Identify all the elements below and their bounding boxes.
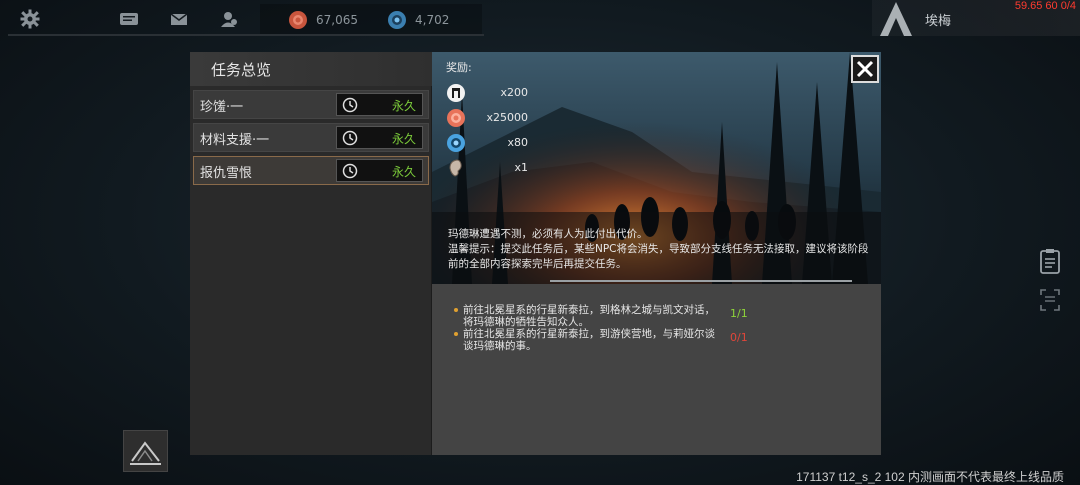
quest-name: 材料支援·一 <box>200 133 270 148</box>
bullet <box>454 332 458 336</box>
reward-item: x80 <box>446 133 528 153</box>
mail-icon[interactable] <box>169 9 189 29</box>
top-bar: 67,065 4,702 埃梅 59.65 60 0/4 <box>0 0 1080 38</box>
quest-illustration: 奖励: x200 x25000 x80 x1 玛德琳遭遇不测，必须有人为此付出代… <box>432 52 881 284</box>
close-icon <box>856 60 874 78</box>
clock-icon <box>342 97 358 113</box>
clock-icon <box>342 163 358 179</box>
quest-name: 报仇雪恨 <box>200 166 253 181</box>
quest-detail: 奖励: x200 x25000 x80 x1 玛德琳遭遇不测，必须有人为此付出代… <box>432 52 881 455</box>
quest-name: 珍馐·一 <box>200 100 244 115</box>
player-name: 埃梅 <box>925 14 952 29</box>
gold-coin-icon <box>447 109 465 127</box>
panel-title-bar: 任务总览 <box>190 52 432 86</box>
gear-icon[interactable] <box>20 9 40 29</box>
gold-coin-icon <box>289 11 307 29</box>
faction-logo-icon <box>880 2 912 36</box>
scroll-indicator[interactable] <box>550 280 852 282</box>
bullet <box>454 308 458 312</box>
description-tip: 温馨提示：提交此任务后，某些NPC将会消失，导致部分支线任务无法接取，建议将该阶… <box>448 243 869 270</box>
quest-duration: 永久 <box>391 165 416 179</box>
quest-duration-badge: 永久 <box>336 93 423 116</box>
objective-progress: 1/1 <box>730 307 748 320</box>
quest-item[interactable]: 珍馐·一 永久 <box>193 90 429 119</box>
quest-duration: 永久 <box>391 99 416 113</box>
close-button[interactable] <box>851 55 879 83</box>
reward-label: 奖励: <box>446 61 472 74</box>
gold-counter[interactable]: 67,065 <box>288 10 358 30</box>
quest-item[interactable]: 材料支援·一 永久 <box>193 123 429 152</box>
quest-item-selected[interactable]: 报仇雪恨 永久 <box>193 156 429 185</box>
reward-item: x1 <box>446 158 528 178</box>
description-line: 玛德琳遭遇不测，必须有人为此付出代价。 <box>448 228 648 240</box>
reward-amount: x200 <box>500 86 528 99</box>
gem-icon <box>388 11 406 29</box>
top-bar-divider <box>8 34 484 36</box>
scan-icon[interactable] <box>1039 288 1061 314</box>
quest-list: 任务总览 珍馐·一 永久 材料支援·一 永久 报仇雪恨 永久 <box>190 52 432 455</box>
reward-item: x25000 <box>446 108 528 128</box>
panel-title: 任务总览 <box>211 61 272 79</box>
reward-amount: x80 <box>507 136 528 149</box>
mountain-icon <box>130 441 161 465</box>
quest-description: 玛德琳遭遇不测，必须有人为此付出代价。 温馨提示：提交此任务后，某些NPC将会消… <box>448 227 873 272</box>
quest-duration: 永久 <box>391 132 416 146</box>
build-info: 171137 t12_s_2 102 内测画面不代表最终上线品质 <box>796 470 1064 484</box>
quest-duration-badge: 永久 <box>336 159 423 182</box>
map-button[interactable] <box>123 430 168 472</box>
gem-icon <box>447 134 465 152</box>
clock-icon <box>342 130 358 146</box>
reward-amount: x25000 <box>486 111 528 124</box>
ear-item-icon <box>449 159 462 177</box>
friends-icon[interactable] <box>219 9 239 29</box>
gem-counter[interactable]: 4,702 <box>387 10 449 30</box>
gem-value: 4,702 <box>415 13 450 27</box>
objective-progress: 0/1 <box>730 331 748 344</box>
quest-duration-badge: 永久 <box>336 126 423 149</box>
gold-value: 67,065 <box>316 13 358 27</box>
objective-text: 前往北冕星系的行星新泰拉，到游侠营地，与莉娅尔谈谈玛德琳的事。 <box>463 328 715 352</box>
quest-objectives: 前往北冕星系的行星新泰拉，到格林之城与凯文对话，将玛德琳的牺牲告知众人。 1/1… <box>432 284 881 455</box>
quest-log-icon[interactable] <box>1039 248 1061 274</box>
chat-icon[interactable] <box>119 9 139 29</box>
reputation-icon <box>447 84 465 102</box>
objective-text: 前往北冕星系的行星新泰拉，到格林之城与凯文对话，将玛德琳的牺牲告知众人。 <box>463 304 715 328</box>
fps-counter: 59.65 60 0/4 <box>1014 0 1076 12</box>
quest-overview-panel: 任务总览 珍馐·一 永久 材料支援·一 永久 报仇雪恨 永久 奖励: x200 … <box>190 52 881 455</box>
reward-amount: x1 <box>514 161 528 174</box>
reward-item: x200 <box>446 83 528 103</box>
